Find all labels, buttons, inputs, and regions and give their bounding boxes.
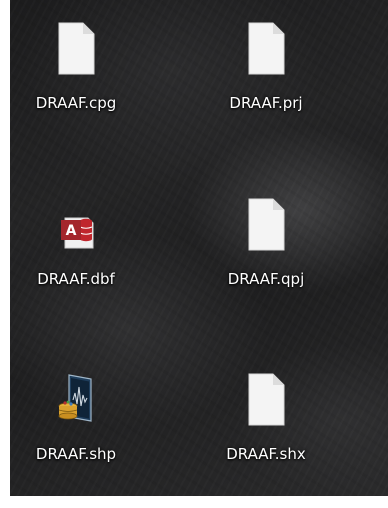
- file-icon-draaf-prj[interactable]: DRAAF.prj: [201, 0, 331, 112]
- file-icon-draaf-cpg[interactable]: DRAAF.cpg: [11, 0, 141, 112]
- file-icon-draaf-shp[interactable]: DRAAF.shp: [11, 351, 141, 463]
- file-name-label: DRAAF.qpj: [227, 270, 305, 288]
- file-name-label: DRAAF.shx: [226, 445, 306, 463]
- svg-text:A: A: [66, 223, 77, 239]
- shapefile-icon: [56, 373, 96, 427]
- file-name-label: DRAAF.prj: [229, 94, 303, 112]
- file-name-label: DRAAF.cpg: [35, 94, 117, 112]
- file-name-label: DRAAF.dbf: [37, 270, 115, 288]
- file-name-label: DRAAF.shp: [35, 445, 117, 463]
- blank-file-icon: [246, 198, 286, 252]
- file-icon-draaf-shx[interactable]: DRAAF.shx: [201, 351, 331, 463]
- blank-file-icon: [246, 22, 286, 76]
- blank-file-icon: [56, 22, 96, 76]
- file-icon-draaf-qpj[interactable]: DRAAF.qpj: [201, 176, 331, 288]
- desktop-background: DRAAF.cpg DRAAF.prj A DRAAF.dbf DRAAF.qp…: [10, 0, 388, 496]
- access-database-icon: A: [56, 198, 96, 252]
- file-icon-draaf-dbf[interactable]: A DRAAF.dbf: [11, 176, 141, 288]
- blank-file-icon: [246, 373, 286, 427]
